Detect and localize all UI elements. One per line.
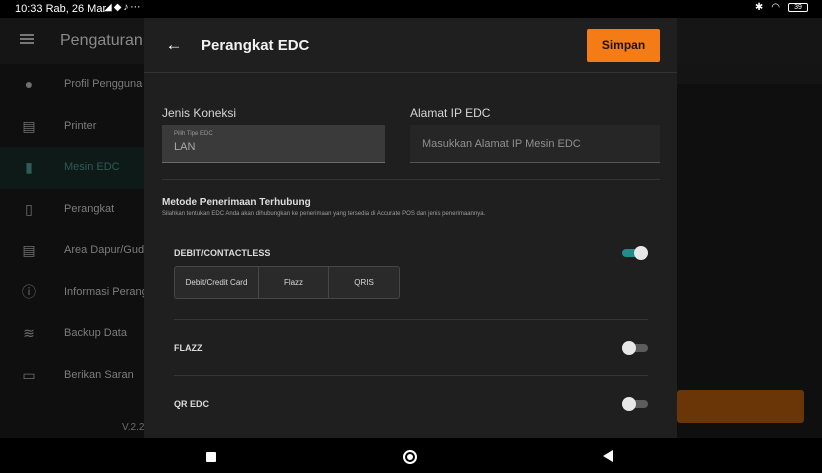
qr-edc-label: QR EDC — [174, 399, 210, 409]
sidebar-item-informasi[interactable]: ⓘ Informasi Perang — [0, 272, 148, 314]
settings-sidebar: ● Profil Pengguna ▤ Printer ▮ Mesin EDC … — [0, 64, 148, 438]
divider — [174, 375, 648, 376]
settings-header-strip — [677, 64, 822, 84]
kitchen-printer-icon: ▤ — [22, 242, 36, 258]
navigation-bar — [0, 438, 822, 473]
app-version: V.2.2 — [122, 422, 145, 433]
flazz-label: FLAZZ — [174, 343, 203, 353]
sidebar-item-profil[interactable]: ● Profil Pengguna — [0, 64, 144, 106]
connection-type-label: Jenis Koneksi — [162, 106, 237, 120]
debit-contactless-label: DEBIT/CONTACTLESS — [174, 248, 271, 258]
device-icon: ▯ — [25, 201, 33, 217]
option-debit-credit-card[interactable]: Debit/Credit Card — [175, 267, 259, 298]
wifi-icon: ◠ — [771, 2, 780, 13]
sidebar-item-label: Area Dapur/Gud — [64, 244, 145, 256]
status-time: 10:33 Rab, 26 Mar — [15, 3, 107, 15]
divider — [174, 319, 648, 320]
sidebar-item-label: Informasi Perang — [64, 286, 148, 298]
connection-type-select[interactable]: Pilih Tipe EDC LAN — [162, 125, 385, 163]
sidebar-item-perangkat[interactable]: ▯ Perangkat — [0, 189, 144, 231]
connection-type-hint: Pilih Tipe EDC — [174, 131, 213, 137]
back-icon[interactable] — [603, 450, 613, 462]
qr-edc-toggle[interactable] — [622, 397, 648, 411]
sidebar-item-printer[interactable]: ▤ Printer — [0, 106, 144, 148]
sidebar-item-area-dapur[interactable]: ▤ Area Dapur/Gud — [0, 230, 144, 272]
person-icon: ● — [24, 76, 34, 92]
option-qris[interactable]: QRIS — [329, 267, 399, 298]
option-flazz[interactable]: Flazz — [259, 267, 329, 298]
sidebar-item-label: Perangkat — [64, 203, 115, 215]
battery-icon: 39 — [788, 3, 808, 12]
toggle-knob — [622, 397, 636, 411]
sidebar-item-label: Profil Pengguna — [64, 78, 143, 90]
edc-icon: ▮ — [25, 159, 33, 175]
sidebar-item-label: Printer — [64, 120, 97, 132]
status-bar: 10:33 Rab, 26 Mar ◢◆♪⋯ ✱ ◠ 39 — [0, 0, 822, 18]
ip-address-input[interactable] — [410, 125, 660, 163]
edc-device-dialog: ← Perangkat EDC Simpan Jenis Koneksi Ala… — [144, 18, 677, 438]
method-title: Metode Penerimaan Terhubung — [162, 197, 311, 208]
home-icon[interactable] — [403, 450, 417, 464]
back-arrow-icon[interactable]: ← — [164, 35, 184, 55]
sidebar-item-label: Backup Data — [64, 327, 127, 339]
printer-icon: ▤ — [22, 118, 36, 134]
save-button[interactable]: Simpan — [587, 29, 660, 62]
info-icon: ⓘ — [22, 284, 36, 300]
notification-icons: ◢◆♪⋯ — [104, 2, 143, 13]
menu-icon[interactable] — [20, 34, 34, 44]
debit-options-group: Debit/Credit Card Flazz QRIS — [174, 266, 400, 299]
sidebar-item-label: Mesin EDC — [64, 161, 120, 173]
ip-address-label: Alamat IP EDC — [410, 106, 491, 120]
sidebar-item-mesin-edc[interactable]: ▮ Mesin EDC — [0, 147, 144, 189]
dialog-title: Perangkat EDC — [201, 37, 310, 54]
sidebar-item-label: Berikan Saran — [64, 369, 134, 381]
settings-title: Pengaturan — [60, 32, 143, 49]
debit-contactless-toggle[interactable] — [622, 246, 648, 260]
connection-type-value: LAN — [174, 141, 196, 153]
flazz-toggle[interactable] — [622, 341, 648, 355]
bluetooth-icon: ✱ — [754, 2, 764, 13]
feedback-icon: ▭ — [22, 367, 36, 383]
recents-icon[interactable] — [206, 452, 216, 462]
sidebar-item-backup[interactable]: ≋ Backup Data — [0, 313, 144, 355]
toggle-knob — [622, 341, 636, 355]
dialog-header: ← Perangkat EDC Simpan — [144, 18, 677, 73]
sidebar-item-saran[interactable]: ▭ Berikan Saran — [0, 355, 144, 397]
toggle-knob — [634, 246, 648, 260]
divider — [162, 179, 660, 180]
background-action-button — [677, 390, 804, 423]
method-description: Silahkan tentukan EDC Anda akan dihubung… — [162, 211, 486, 217]
database-icon: ≋ — [23, 325, 35, 341]
system-icons: ✱ ◠ 39 — [755, 2, 808, 13]
